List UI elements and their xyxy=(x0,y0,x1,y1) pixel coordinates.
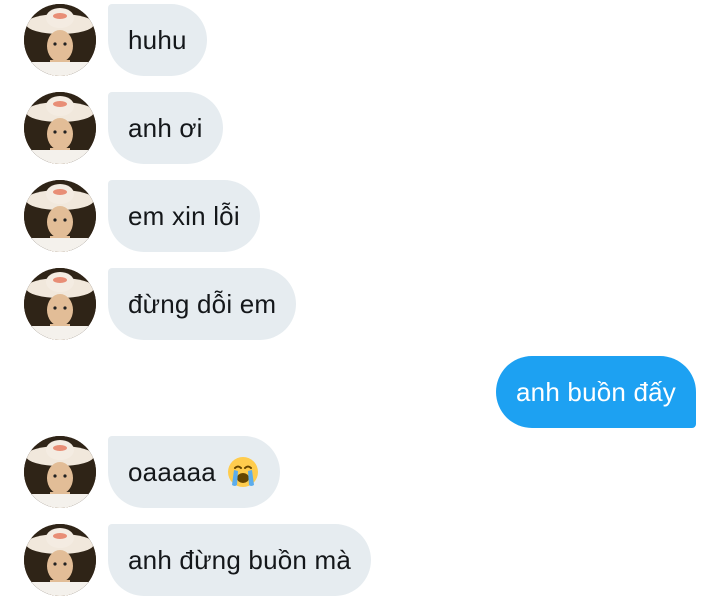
message-text: anh ơi xyxy=(128,112,203,143)
contact-avatar[interactable] xyxy=(24,92,96,164)
avatar-photo-icon xyxy=(24,4,96,76)
message-text: oaaaaa xyxy=(128,456,216,487)
incoming-message-bubble[interactable]: huhu xyxy=(108,4,207,76)
incoming-message-bubble[interactable]: oaaaaa xyxy=(108,436,280,508)
avatar-photo-icon xyxy=(24,180,96,252)
contact-avatar[interactable] xyxy=(24,524,96,596)
message-text: huhu xyxy=(128,24,187,55)
incoming-message-bubble[interactable]: anh ơi xyxy=(108,92,223,164)
message-text: em xin lỗi xyxy=(128,200,240,231)
message-text: anh buồn đấy xyxy=(516,376,676,407)
message-text: đừng dỗi em xyxy=(128,288,277,319)
avatar-photo-icon xyxy=(24,524,96,596)
contact-avatar[interactable] xyxy=(24,4,96,76)
contact-avatar[interactable] xyxy=(24,436,96,508)
loudly-crying-face-emoji-icon xyxy=(226,455,260,489)
avatar-photo-icon xyxy=(24,92,96,164)
contact-avatar[interactable] xyxy=(24,268,96,340)
contact-avatar[interactable] xyxy=(24,180,96,252)
outgoing-message-bubble[interactable]: anh buồn đấy xyxy=(496,356,696,428)
incoming-message-bubble[interactable]: em xin lỗi xyxy=(108,180,260,252)
incoming-message-bubble[interactable]: đừng dỗi em xyxy=(108,268,297,340)
avatar-photo-icon xyxy=(24,436,96,508)
message-text: anh đừng buồn mà xyxy=(128,544,351,575)
incoming-message-bubble[interactable]: anh đừng buồn mà xyxy=(108,524,371,596)
avatar-photo-icon xyxy=(24,268,96,340)
